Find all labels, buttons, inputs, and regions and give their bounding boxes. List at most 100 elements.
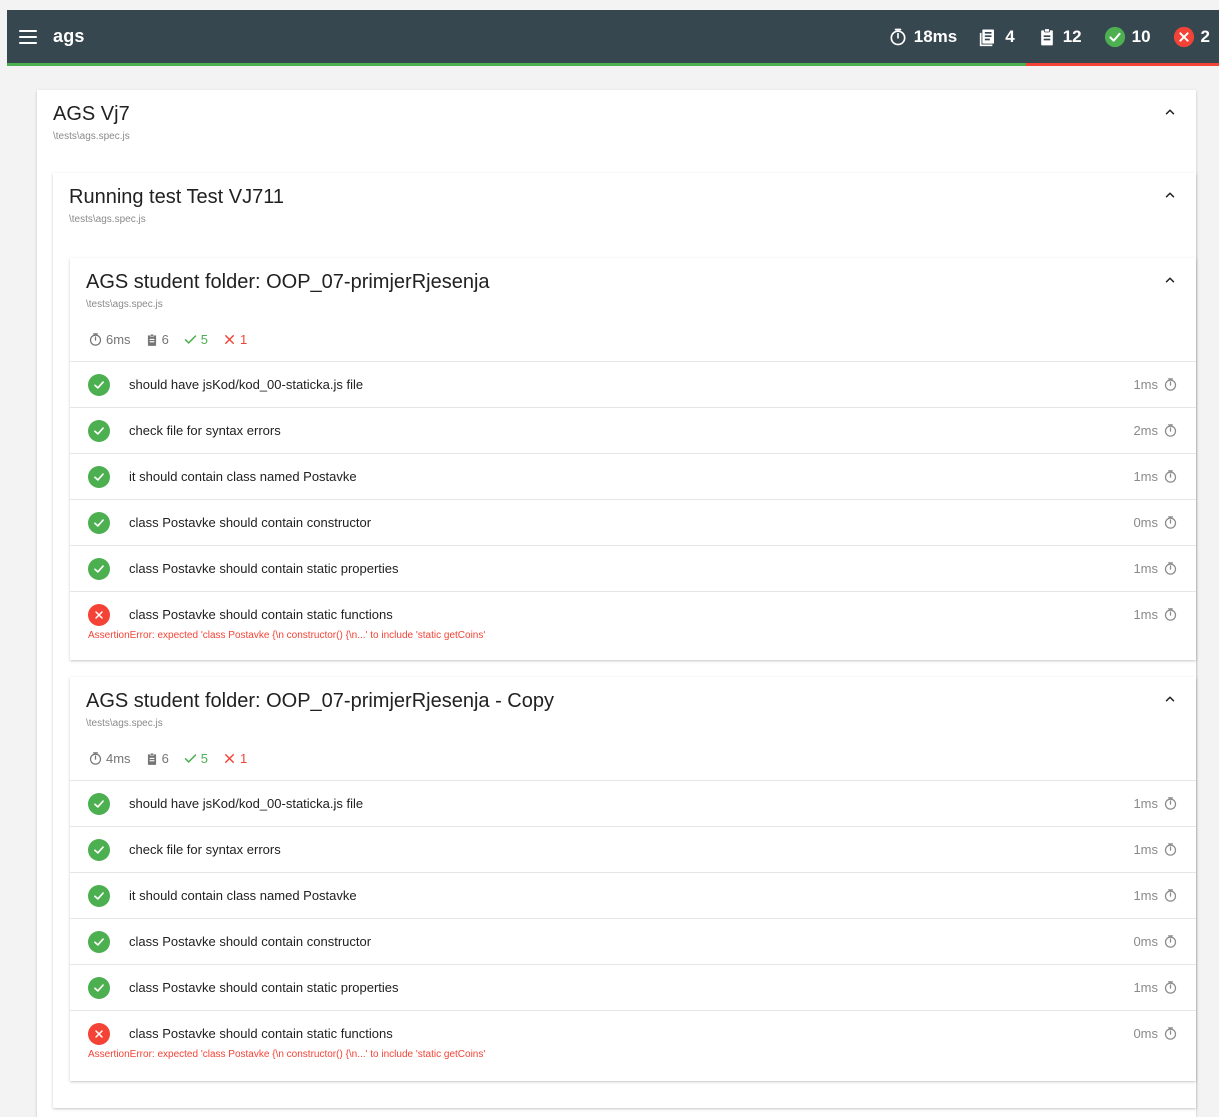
menu-line: [19, 35, 37, 38]
suite-passed-value: 5: [200, 751, 209, 766]
failed-progress-line: [1026, 63, 1219, 66]
chevron-up-icon[interactable]: [1163, 188, 1177, 202]
check-circle-icon: [88, 977, 110, 999]
hamburger-menu-icon[interactable]: [19, 29, 37, 44]
chevron-up-icon[interactable]: [1163, 105, 1177, 119]
suite-test-count: 6: [145, 332, 169, 347]
suite-failed-count: 1: [222, 751, 247, 766]
test-row[interactable]: check file for syntax errors 2ms: [70, 407, 1196, 453]
stopwatch-icon: [89, 333, 102, 346]
stopwatch-icon: [1164, 470, 1177, 483]
suite-test-count: 6: [145, 751, 169, 766]
suite-test-count-value: 6: [161, 332, 169, 347]
test-row[interactable]: should have jsKod/kod_00-staticka.js fil…: [70, 361, 1196, 407]
test-duration: 0ms: [1133, 1026, 1178, 1041]
library-books-icon: [980, 29, 995, 46]
test-duration-value: 1ms: [1133, 561, 1158, 576]
test-duration: 1ms: [1133, 888, 1178, 903]
suite-title: AGS student folder: OOP_07-primjerRjesen…: [86, 271, 490, 293]
stopwatch-icon: [1164, 935, 1177, 948]
test-name: check file for syntax errors: [129, 423, 281, 438]
test-name: class Postavke should contain static fun…: [129, 1026, 393, 1041]
suite-duration-value: 4ms: [106, 751, 131, 766]
test-row[interactable]: class Postavke should contain static pro…: [70, 964, 1196, 1010]
stopwatch-icon: [1164, 516, 1177, 529]
suite-passed-value: 5: [200, 332, 209, 347]
check-circle-icon: [88, 558, 110, 580]
suite-header: AGS student folder: OOP_07-primjerRjesen…: [86, 270, 490, 310]
check-icon: [94, 938, 104, 946]
test-row[interactable]: class Postavke should contain constructo…: [70, 918, 1196, 964]
stopwatch-icon: [1164, 843, 1177, 856]
check-circle-icon: [88, 885, 110, 907]
close-circle-icon: [1173, 26, 1194, 47]
test-row[interactable]: should have jsKod/kod_00-staticka.js fil…: [70, 780, 1196, 826]
menu-line: [19, 29, 37, 32]
suite-passed-count: 5: [183, 751, 208, 766]
check-icon: [94, 427, 104, 435]
suite-passed-count: 5: [183, 332, 208, 347]
test-duration-value: 0ms: [1133, 934, 1158, 949]
suite-failed-value: 1: [240, 332, 248, 347]
test-duration: 0ms: [1133, 934, 1178, 949]
suite-duration: 4ms: [88, 751, 131, 766]
close-icon: [225, 754, 234, 763]
suite-count: 4: [979, 27, 1015, 47]
test-row[interactable]: check file for syntax errors 1ms: [70, 826, 1196, 872]
test-list: should have jsKod/kod_00-staticka.js fil…: [70, 361, 1196, 645]
close-circle-icon: [88, 604, 110, 626]
suite-failed-value: 1: [240, 751, 248, 766]
test-duration-value: 1ms: [1133, 888, 1158, 903]
test-duration-value: 0ms: [1133, 1026, 1158, 1041]
close-icon: [95, 611, 103, 619]
test-duration: 1ms: [1133, 796, 1178, 811]
suite-test-count-value: 6: [161, 751, 169, 766]
suite-path: \tests\ags.spec.js: [86, 299, 163, 310]
stopwatch-icon: [1164, 608, 1177, 621]
summary-stats: 18ms 4 12 10 2: [888, 26, 1210, 48]
check-icon: [94, 846, 104, 854]
stopwatch-icon: [1164, 424, 1177, 437]
test-name: check file for syntax errors: [129, 842, 281, 857]
failed-count: 2: [1173, 26, 1210, 48]
test-name: class Postavke should contain static pro…: [129, 980, 399, 995]
suite-duration: 6ms: [88, 332, 131, 347]
test-row[interactable]: class Postavke should contain static fun…: [70, 591, 1196, 645]
test-duration: 1ms: [1133, 377, 1178, 392]
chevron-up-icon[interactable]: [1163, 692, 1177, 706]
test-name: should have jsKod/kod_00-staticka.js fil…: [129, 377, 364, 392]
test-row[interactable]: class Postavke should contain static pro…: [70, 545, 1196, 591]
duration-value: 18ms: [913, 26, 958, 46]
suite-path: \tests\ags.spec.js: [86, 718, 163, 729]
check-icon: [94, 892, 104, 900]
close-icon: [225, 335, 234, 344]
close-icon: [95, 1030, 103, 1038]
suite-stats: 4ms 6 5 1: [88, 751, 247, 766]
close-circle-icon: [88, 1023, 110, 1045]
test-name: it should contain class named Postavke: [129, 888, 357, 903]
check-circle-icon: [88, 466, 110, 488]
check-icon: [94, 565, 104, 573]
check-icon: [184, 335, 197, 344]
stopwatch-icon: [89, 752, 102, 765]
test-duration: 1ms: [1133, 561, 1178, 576]
suite-path: \tests\ags.spec.js: [69, 214, 146, 225]
test-duration: 2ms: [1133, 423, 1178, 438]
test-row[interactable]: class Postavke should contain constructo…: [70, 499, 1196, 545]
error-message: AssertionError: expected 'class Postavke…: [88, 1049, 486, 1060]
menu-line: [19, 41, 37, 44]
suite-title: Running test Test VJ711: [69, 186, 284, 208]
test-row[interactable]: it should contain class named Postavke 1…: [70, 453, 1196, 499]
test-row[interactable]: it should contain class named Postavke 1…: [70, 872, 1196, 918]
stopwatch-icon: [1164, 889, 1177, 902]
test-row[interactable]: class Postavke should contain static fun…: [70, 1010, 1196, 1064]
check-circle-icon: [88, 512, 110, 534]
top-app-bar: ags 18ms 4 12 10 2: [7, 10, 1219, 66]
test-duration-value: 1ms: [1133, 607, 1158, 622]
chevron-up-icon[interactable]: [1163, 273, 1177, 287]
test-duration-value: 0ms: [1133, 515, 1158, 530]
suite-header: AGS student folder: OOP_07-primjerRjesen…: [86, 689, 554, 729]
test-count-value: 12: [1062, 26, 1082, 46]
test-duration-value: 2ms: [1133, 423, 1158, 438]
check-circle-icon: [88, 839, 110, 861]
